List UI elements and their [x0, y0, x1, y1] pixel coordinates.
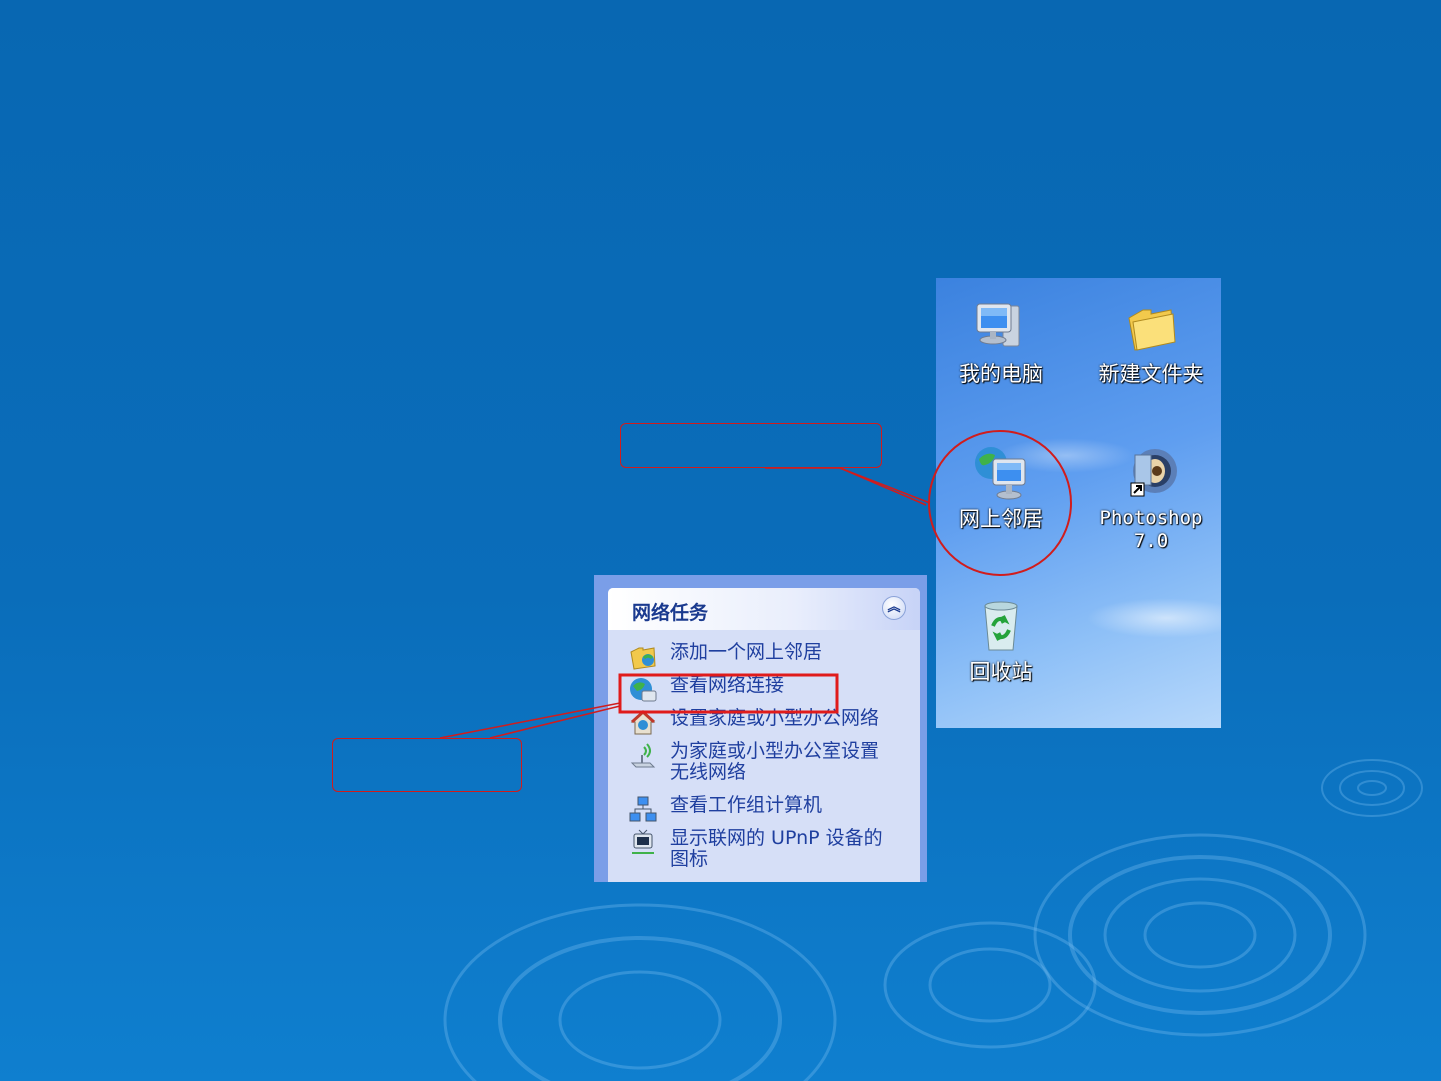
network-tasks-box: 网络任务 ︽ 添加一个网上邻居 查看网络连接 设置家庭或小型办公网络 为家庭或小…	[608, 588, 920, 882]
desktop-icon-label: 我的电脑	[959, 362, 1043, 386]
photoshop-shortcut-icon	[1121, 443, 1181, 503]
desktop-icon-recycle-bin[interactable]: 回收站	[936, 596, 1066, 684]
task-show-upnp-devices[interactable]: 显示联网的 UPnP 设备的图标	[608, 828, 920, 870]
task-label: 显示联网的 UPnP 设备的图标	[670, 827, 883, 870]
desktop-icon-photoshop[interactable]: Photoshop 7.0	[1086, 443, 1216, 553]
desktop-area: 我的电脑 新建文件夹 网上邻居 Photoshop 7.0 回收站	[936, 278, 1221, 728]
task-view-network-connections[interactable]: 查看网络连接	[608, 674, 920, 702]
my-computer-icon	[971, 298, 1031, 358]
task-setup-home-network[interactable]: 设置家庭或小型办公网络	[608, 707, 920, 735]
network-tasks-panel: 网络任务 ︽ 添加一个网上邻居 查看网络连接 设置家庭或小型办公网络 为家庭或小…	[594, 575, 927, 882]
callout-box-network-connections	[332, 738, 522, 792]
network-places-icon	[971, 443, 1031, 503]
background-ripples	[443, 759, 1423, 1081]
desktop-icon-label: 新建文件夹	[1098, 362, 1204, 386]
task-setup-wireless-network[interactable]: 为家庭或小型办公室设置无线网络	[608, 741, 920, 783]
desktop-icon-label: 网上邻居	[959, 507, 1043, 531]
task-add-network-place[interactable]: 添加一个网上邻居	[608, 641, 920, 670]
callout-box-network-places	[620, 423, 882, 468]
desktop-icon-my-computer[interactable]: 我的电脑	[936, 298, 1066, 386]
task-view-workgroup[interactable]: 查看工作组计算机	[608, 794, 920, 822]
network-tasks-header[interactable]: 网络任务 ︽	[608, 588, 920, 630]
desktop-icon-new-folder[interactable]: 新建文件夹	[1086, 298, 1216, 386]
wireless-network-icon	[628, 741, 658, 771]
task-label: 添加一个网上邻居	[670, 641, 823, 663]
network-tasks-title: 网络任务	[632, 602, 709, 624]
folder-icon	[1121, 298, 1181, 358]
upnp-device-icon	[628, 828, 658, 858]
task-label: 为家庭或小型办公室设置无线网络	[670, 740, 880, 783]
sky-cloud	[1086, 598, 1221, 638]
desktop-icon-network-places[interactable]: 网上邻居	[936, 443, 1066, 531]
desktop-icon-label: 回收站	[969, 660, 1033, 684]
task-label: 设置家庭或小型办公网络	[670, 707, 880, 729]
recycle-bin-icon	[971, 596, 1031, 656]
workgroup-icon	[628, 795, 658, 825]
network-connections-icon	[628, 675, 658, 705]
add-network-place-icon	[628, 642, 658, 672]
collapse-chevron-icon[interactable]: ︽	[882, 596, 906, 620]
home-network-icon	[628, 708, 658, 738]
desktop-icon-label: Photoshop 7.0	[1099, 507, 1203, 552]
network-tasks-list: 添加一个网上邻居 查看网络连接 设置家庭或小型办公网络 为家庭或小型办公室设置无…	[608, 642, 920, 882]
task-label: 查看网络连接	[670, 674, 785, 696]
task-label: 查看工作组计算机	[670, 794, 823, 816]
